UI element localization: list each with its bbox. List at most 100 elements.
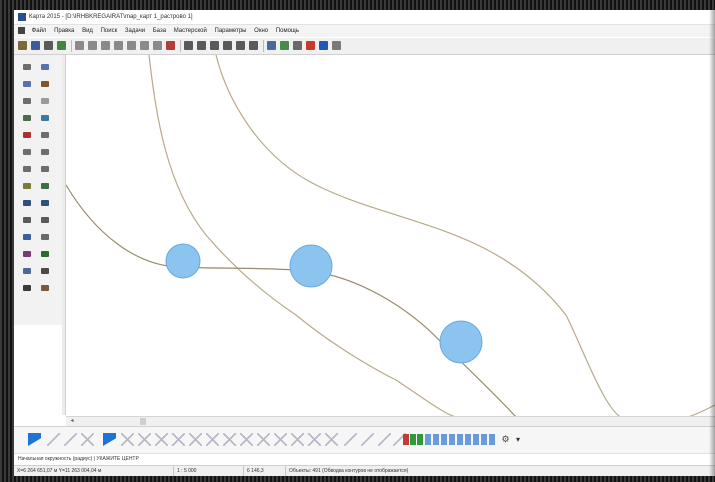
zoom-out-icon[interactable]	[197, 41, 206, 50]
link-icon[interactable]	[38, 112, 52, 124]
color-red-icon[interactable]	[403, 434, 409, 445]
mode-line-icon[interactable]	[344, 433, 357, 446]
menu-tasks[interactable]: Задачи	[122, 25, 148, 37]
symbol-icon[interactable]	[20, 231, 34, 243]
mode-cross-icon[interactable]	[240, 433, 253, 446]
join-icon[interactable]	[20, 146, 34, 158]
line-draw-icon[interactable]	[38, 61, 52, 73]
vertex-icon[interactable]	[153, 41, 162, 50]
mode-line-icon[interactable]	[361, 433, 374, 446]
vertex-edit-icon[interactable]	[20, 95, 34, 107]
menu-view[interactable]: Вид	[79, 25, 96, 37]
horizontal-scrollbar[interactable]: ◂	[66, 416, 715, 426]
color-green-icon[interactable]	[417, 434, 423, 445]
mode-cross-icon[interactable]	[155, 433, 168, 446]
mode-cross-icon[interactable]	[172, 433, 185, 446]
raster-icon[interactable]	[20, 214, 34, 226]
frame-icon[interactable]	[20, 282, 34, 294]
mirror-icon[interactable]	[38, 163, 52, 175]
printer-icon[interactable]	[293, 41, 302, 50]
map-canvas[interactable]	[65, 54, 715, 424]
circle-marker-2[interactable]	[289, 244, 333, 288]
grid-cell-icon[interactable]	[433, 434, 439, 445]
measure-icon[interactable]	[140, 41, 149, 50]
scroll-left-icon[interactable]: ◂	[69, 418, 75, 425]
photo-icon[interactable]	[38, 282, 52, 294]
route-line[interactable]	[65, 184, 517, 418]
layers-icon[interactable]	[57, 41, 66, 50]
rotate-tool-icon[interactable]	[20, 163, 34, 175]
mode-cross-icon[interactable]	[257, 433, 270, 446]
contour-line-left[interactable]	[148, 54, 457, 418]
select-icon[interactable]	[75, 41, 84, 50]
select-area-icon[interactable]	[88, 41, 97, 50]
zoom-fit-icon[interactable]	[210, 41, 219, 50]
polyline-icon[interactable]	[20, 78, 34, 90]
mode-fill-icon[interactable]	[103, 433, 116, 446]
cancel-icon[interactable]	[223, 41, 232, 50]
label-icon[interactable]	[38, 197, 52, 209]
fill-icon[interactable]	[38, 180, 52, 192]
split-icon[interactable]	[38, 129, 52, 141]
redo-icon[interactable]	[249, 41, 258, 50]
snap-icon[interactable]	[20, 248, 34, 260]
pan-icon[interactable]	[101, 41, 110, 50]
grid-cell-icon[interactable]	[425, 434, 431, 445]
grid-cell-icon[interactable]	[465, 434, 471, 445]
mode-cross-icon[interactable]	[274, 433, 287, 446]
table-tool-icon[interactable]	[20, 265, 34, 277]
grid-icon[interactable]	[20, 112, 34, 124]
grid-cell-icon[interactable]	[489, 434, 495, 445]
magnet-icon[interactable]	[38, 231, 52, 243]
scrollbar-thumb[interactable]	[140, 418, 146, 425]
grid-cell-icon[interactable]	[449, 434, 455, 445]
color-green-icon[interactable]	[410, 434, 416, 445]
print-icon[interactable]	[44, 41, 53, 50]
move-icon[interactable]	[38, 95, 52, 107]
map-drawing[interactable]	[65, 54, 715, 424]
open-icon[interactable]	[18, 41, 27, 50]
menu-edit[interactable]: Правка	[51, 25, 77, 37]
circle-marker-3[interactable]	[439, 320, 483, 364]
grid-cell-icon[interactable]	[441, 434, 447, 445]
menu-parameters[interactable]: Параметры	[212, 25, 250, 37]
mode-cross-icon[interactable]	[308, 433, 321, 446]
edit-object-icon[interactable]	[127, 41, 136, 50]
save-icon[interactable]	[31, 41, 40, 50]
mode-line-icon[interactable]	[378, 433, 391, 446]
zoom-in-icon[interactable]	[184, 41, 193, 50]
undo-icon[interactable]	[236, 41, 245, 50]
mode-cross-icon[interactable]	[291, 433, 304, 446]
text-icon[interactable]	[20, 197, 34, 209]
document-icon[interactable]	[18, 27, 25, 34]
chart-icon[interactable]	[280, 41, 289, 50]
mode-line-icon[interactable]	[64, 433, 77, 446]
mode-cross-icon[interactable]	[121, 433, 134, 446]
mode-cross-icon[interactable]	[206, 433, 219, 446]
record-icon[interactable]	[306, 41, 315, 50]
cursor-icon[interactable]	[38, 265, 52, 277]
mode-cross-icon[interactable]	[138, 433, 151, 446]
image-icon[interactable]	[38, 214, 52, 226]
trace-icon[interactable]	[38, 146, 52, 158]
mode-cross-icon[interactable]	[223, 433, 236, 446]
cut-icon[interactable]	[166, 41, 175, 50]
menu-file[interactable]: Файл	[29, 25, 50, 37]
curve-icon[interactable]	[38, 78, 52, 90]
menu-window[interactable]: Окно	[251, 25, 271, 37]
gear-icon[interactable]: ⚙	[499, 433, 512, 446]
menu-search[interactable]: Поиск	[98, 25, 121, 37]
chevron-down-icon[interactable]: ▾	[513, 433, 523, 446]
grid-cell-icon[interactable]	[473, 434, 479, 445]
delete-icon[interactable]	[20, 129, 34, 141]
menu-database[interactable]: База	[150, 25, 169, 37]
grid-cell-icon[interactable]	[481, 434, 487, 445]
grid-cell-icon[interactable]	[457, 434, 463, 445]
mode-cross-icon[interactable]	[189, 433, 202, 446]
rotate-icon[interactable]	[114, 41, 123, 50]
area-icon[interactable]	[20, 180, 34, 192]
circle-marker-1[interactable]	[165, 243, 201, 279]
table-icon[interactable]	[267, 41, 276, 50]
mode-line-icon[interactable]	[47, 433, 60, 446]
graph-icon[interactable]	[38, 248, 52, 260]
